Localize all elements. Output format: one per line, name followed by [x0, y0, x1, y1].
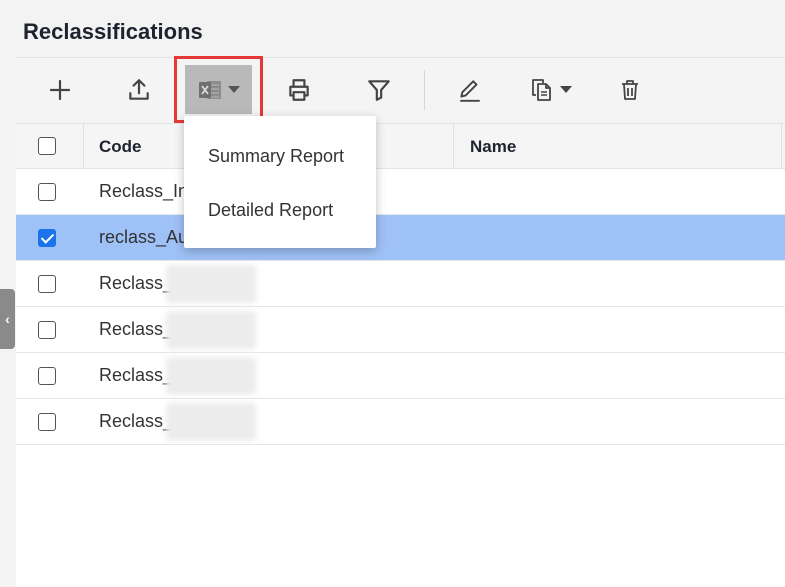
- table-row[interactable]: Reclass_: [16, 399, 785, 445]
- chevron-down-icon: [560, 86, 572, 93]
- column-divider: [453, 124, 454, 169]
- table-row[interactable]: Reclass_Im: [16, 169, 785, 215]
- main-panel: Code Name Reclass_Im reclass_Au Reclass_…: [16, 56, 785, 587]
- export-dropdown-menu: Summary Report Detailed Report: [184, 116, 376, 248]
- print-button[interactable]: [281, 66, 317, 114]
- menu-item-detailed-report[interactable]: Detailed Report: [208, 200, 333, 221]
- row-checkbox[interactable]: [38, 183, 56, 201]
- printer-icon: [289, 79, 309, 101]
- add-button[interactable]: [42, 66, 78, 114]
- trash-icon: [622, 80, 638, 100]
- data-table: Code Name Reclass_Im reclass_Au Reclass_…: [16, 123, 785, 445]
- chevron-down-icon: [227, 85, 240, 93]
- delete-button[interactable]: [612, 66, 648, 114]
- row-checkbox[interactable]: [38, 321, 56, 339]
- filter-button[interactable]: [361, 66, 397, 114]
- copy-button[interactable]: [522, 66, 580, 114]
- page-title: Reclassifications: [23, 19, 203, 44]
- menu-item-summary-report[interactable]: Summary Report: [208, 146, 344, 167]
- redacted-text: [166, 357, 256, 395]
- copy-icon: [532, 79, 551, 101]
- chevron-left-icon: ‹: [5, 311, 10, 327]
- column-header-name[interactable]: Name: [470, 124, 516, 169]
- row-checkbox[interactable]: [38, 367, 56, 385]
- excel-export-button[interactable]: [185, 65, 252, 114]
- table-row[interactable]: Reclass_: [16, 261, 785, 307]
- table-header: Code Name: [16, 123, 785, 169]
- code-cell: Reclass_: [99, 411, 174, 431]
- table-row[interactable]: Reclass_: [16, 307, 785, 353]
- code-cell: reclass_Au: [99, 227, 189, 247]
- excel-icon: [198, 80, 221, 99]
- toolbar: [16, 56, 785, 123]
- pencil-icon: [460, 80, 480, 102]
- edit-button[interactable]: [452, 66, 488, 114]
- table-row[interactable]: Reclass_: [16, 353, 785, 399]
- plus-icon: [49, 79, 71, 101]
- column-divider: [781, 124, 782, 169]
- upload-button[interactable]: [121, 66, 157, 114]
- row-checkbox[interactable]: [38, 275, 56, 293]
- code-cell: Reclass_: [99, 273, 174, 293]
- filter-icon: [368, 80, 390, 101]
- excel-export-highlight: [174, 56, 263, 123]
- column-header-code[interactable]: Code: [99, 124, 142, 169]
- column-divider: [83, 124, 84, 169]
- redacted-text: [166, 311, 256, 349]
- sidebar-toggle[interactable]: ‹: [0, 289, 15, 349]
- table-row[interactable]: reclass_Au: [16, 215, 785, 261]
- code-cell: Reclass_Im: [99, 181, 194, 201]
- redacted-text: [166, 403, 256, 441]
- redacted-text: [166, 265, 256, 303]
- row-checkbox[interactable]: [38, 413, 56, 431]
- toolbar-divider: [424, 70, 425, 110]
- select-all-checkbox[interactable]: [38, 137, 56, 155]
- code-cell: Reclass_: [99, 319, 174, 339]
- upload-icon: [129, 79, 149, 100]
- code-cell: Reclass_: [99, 365, 174, 385]
- row-checkbox[interactable]: [38, 229, 56, 247]
